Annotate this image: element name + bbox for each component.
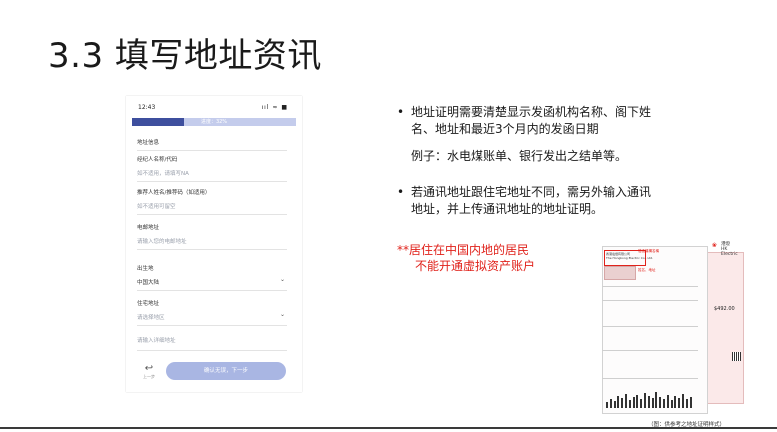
- usage-bar: [666, 395, 669, 408]
- divider: [137, 181, 287, 182]
- bullet-line: 地址，并上传通讯地址的地址证明。: [411, 202, 604, 216]
- example-text: 例子：水电煤账单、银行发出之结单等。: [411, 149, 628, 163]
- mainland-warning: **居住在中国内地的居民 不能开通虚拟资产账户: [397, 242, 577, 274]
- bill-amount: $492.00: [714, 306, 735, 312]
- usage-bar: [655, 392, 658, 408]
- usage-bar: [628, 400, 631, 408]
- usage-bar: [659, 397, 662, 408]
- status-bar: 12:43 ııl ≈ ■: [138, 104, 288, 114]
- bill-rule: [602, 326, 698, 327]
- progress-text: 进度：32%: [200, 119, 228, 125]
- section-title-label: 地址信息: [137, 140, 160, 146]
- bullet-dot-icon: •: [397, 105, 405, 119]
- issuer-note: 發函機構名稱: [638, 249, 659, 253]
- field-birthplace[interactable]: 出生地 中国大陆 ⌄: [137, 264, 287, 291]
- birthplace-select[interactable]: 中国大陆: [137, 278, 287, 286]
- usage-bar: [613, 401, 616, 408]
- status-time: 12:43: [138, 104, 156, 111]
- usage-bar-chart: [606, 390, 696, 408]
- name-address-highlight: [604, 266, 636, 280]
- next-button[interactable]: 确认无误，下一步: [166, 362, 286, 380]
- back-button[interactable]: ↩ 上一步: [138, 364, 160, 380]
- usage-bar: [606, 402, 608, 408]
- bullet-line: 地址证明需要清楚显示发函机构名称、阁下姓: [411, 105, 652, 119]
- bullet-address-proof: • 地址证明需要清楚显示发函机构名称、阁下姓 名、地址和最近3个月内的发函日期: [397, 104, 741, 138]
- usage-bar: [644, 393, 646, 408]
- field-label: 电邮地址: [137, 225, 160, 231]
- phone-mockup: 12:43 ııl ≈ ■ 进度：32% 地址信息 经纪人名称/代码 如不适用，…: [126, 96, 302, 392]
- usage-bar: [636, 395, 639, 408]
- bullet-dot-icon: •: [397, 185, 405, 199]
- back-label: 上一步: [143, 374, 155, 379]
- bullet-mailing-address: • 若通讯地址跟住宅地址不同，需另外输入通讯 地址，并上传通讯地址的地址证明。: [397, 184, 741, 218]
- divider: [137, 150, 287, 151]
- chevron-down-icon[interactable]: ⌄: [280, 311, 285, 318]
- usage-bar: [674, 396, 677, 408]
- usage-bar: [609, 399, 612, 408]
- bill-rule: [602, 378, 698, 379]
- warning-line: 不能开通虚拟资产账户: [415, 259, 536, 273]
- usage-bar: [678, 398, 681, 408]
- divider: [137, 249, 287, 250]
- usage-bar: [621, 398, 624, 408]
- bottom-divider: [0, 427, 777, 429]
- divider: [137, 350, 287, 351]
- usage-bar: [617, 396, 620, 408]
- logo-en: HK Electric: [721, 247, 738, 257]
- broker-input[interactable]: 如不适用，请填写NA: [137, 169, 287, 177]
- field-label: 推荐人姓名/推荐码（如适用）: [137, 190, 211, 196]
- chevron-down-icon[interactable]: ⌄: [280, 276, 285, 283]
- usage-bar: [640, 399, 643, 408]
- email-input[interactable]: 请输入您的电邮地址: [137, 237, 287, 245]
- name-address-note: 姓名、地址: [638, 268, 656, 272]
- bill-rule: [602, 300, 698, 301]
- usage-bar: [663, 399, 665, 408]
- signal-wifi-battery-icon: ııl ≈ ■: [261, 104, 288, 111]
- usage-bar: [685, 399, 688, 408]
- referrer-input[interactable]: 如不适用可留空: [137, 202, 287, 210]
- detail-address-input[interactable]: 请输入详细地址: [137, 336, 287, 344]
- bullet-line: 若通讯地址跟住宅地址不同，需另外输入通讯: [411, 185, 652, 199]
- bullet-line: 名、地址和最近3个月内的发函日期: [411, 122, 599, 136]
- usage-bar: [625, 394, 627, 408]
- back-arrow-icon: ↩: [144, 363, 154, 374]
- field-label: 住宅地址: [137, 301, 160, 307]
- field-label: 出生地: [137, 266, 154, 272]
- usage-bar: [651, 398, 654, 408]
- field-email[interactable]: 电邮地址 请输入您的电邮地址: [137, 223, 287, 250]
- field-label: 经纪人名称/代码: [137, 157, 178, 163]
- progress-bar: 进度：32%: [132, 118, 296, 126]
- bill-rule: [602, 286, 698, 287]
- usage-bar: [689, 397, 692, 408]
- usage-bar: [682, 394, 684, 408]
- divider: [137, 214, 287, 215]
- slide-title: 3.3 填写地址资讯: [48, 36, 322, 76]
- divider: [137, 325, 287, 326]
- field-broker[interactable]: 经纪人名称/代码 如不适用，请填写NA: [137, 155, 287, 182]
- region-select[interactable]: 请选择地区: [137, 313, 287, 321]
- usage-bar: [632, 397, 635, 408]
- usage-bar: [670, 400, 673, 408]
- bill-rule: [602, 350, 698, 351]
- bill-back-sheet: [702, 252, 744, 404]
- qr-code-icon: [732, 352, 741, 361]
- divider: [137, 290, 287, 291]
- field-residential-address[interactable]: 住宅地址 请选择地区 ⌄: [137, 299, 287, 326]
- warning-line: **居住在中国内地的居民: [397, 243, 530, 257]
- hk-electric-logo-icon: ❀: [712, 242, 718, 249]
- section-title: 地址信息: [137, 138, 287, 151]
- issuer-en: The Hongkong Electric Co., Ltd.: [606, 256, 654, 260]
- sample-bill-image: 香港電燈有限公司 The Hongkong Electric Co., Ltd.…: [594, 240, 744, 416]
- field-referrer[interactable]: 推荐人姓名/推荐码（如适用） 如不适用可留空: [137, 188, 287, 215]
- field-detail-address[interactable]: 请输入详细地址: [137, 332, 287, 351]
- usage-bar: [647, 396, 650, 408]
- bill-logo-text: 港燈 HK Electric: [721, 242, 744, 257]
